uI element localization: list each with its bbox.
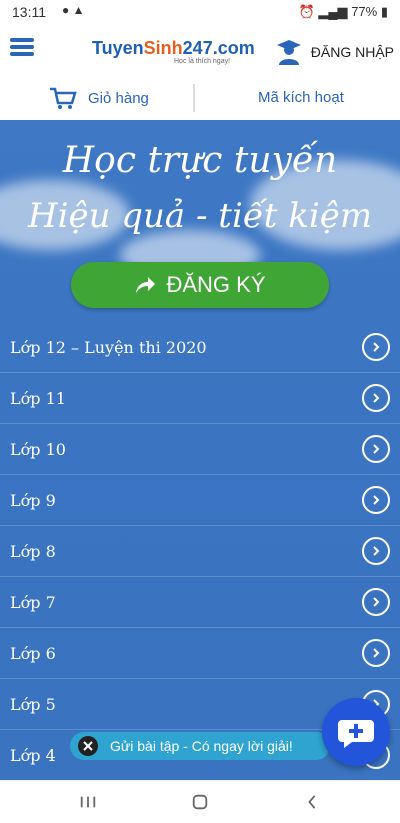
hero-headline: Học trực tuyến <box>62 140 338 181</box>
chevron-right-icon <box>362 537 390 565</box>
cart-icon <box>50 87 77 109</box>
hamburger-menu-icon[interactable] <box>10 38 34 56</box>
home-icon[interactable] <box>180 791 220 813</box>
grade-label: Lớp 8 <box>10 541 56 561</box>
logo-text-c: 247 <box>182 38 213 58</box>
grade-row[interactable]: Lớp 8 <box>0 526 400 577</box>
hero-banner: Học trực tuyến Hiệu quả - tiết kiệm ĐĂNG… <box>0 120 400 328</box>
grade-label: Lớp 12 – Luyện thi 2020 <box>10 337 207 357</box>
cart-label: Giỏ hàng <box>88 89 149 107</box>
app-header: TuyenSinh247.com Học là thích ngay! ĐĂNG… <box>0 24 400 77</box>
activation-code-link[interactable]: Mã kích hoạt <box>258 89 344 106</box>
share-arrow-icon <box>136 277 156 293</box>
chevron-right-icon <box>362 384 390 412</box>
main-content: Học trực tuyến Hiệu quả - tiết kiệm ĐĂNG… <box>0 120 400 781</box>
status-bar: 13:11 ● ▲ ⏰ ▂▄▆ 77% ▮ <box>0 0 400 24</box>
status-right: ⏰ ▂▄▆ 77% ▮ <box>299 4 388 20</box>
register-button[interactable]: ĐĂNG KÝ <box>71 262 329 308</box>
notification-icons: ● ▲ <box>62 3 85 17</box>
status-time: 13:11 <box>12 4 46 20</box>
logo-text-b: Sinh <box>143 38 183 58</box>
grade-label: Lớp 4 <box>10 745 56 765</box>
hero-subheadline: Hiệu quả - tiết kiệm <box>27 196 373 236</box>
login-button[interactable]: ĐĂNG NHẬP <box>275 38 394 66</box>
logo-text-a: Tuyen <box>92 38 144 58</box>
grade-row[interactable]: Lớp 12 – Luyện thi 2020 <box>0 322 400 373</box>
logo-text-d: .com <box>212 38 255 58</box>
back-icon[interactable] <box>292 791 332 813</box>
register-label: ĐĂNG KÝ <box>166 272 266 297</box>
grade-label: Lớp 7 <box>10 592 56 612</box>
chat-plus-icon <box>338 720 374 748</box>
sub-navigation: Giỏ hàng Mã kích hoạt <box>0 76 400 121</box>
chevron-right-icon <box>362 639 390 667</box>
grade-label: Lớp 10 <box>10 439 66 459</box>
chat-fab-button[interactable] <box>322 698 390 766</box>
chevron-right-icon <box>362 588 390 616</box>
recent-apps-icon[interactable] <box>68 791 108 813</box>
grade-label: Lớp 5 <box>10 694 56 714</box>
grade-row[interactable]: Lớp 6 <box>0 628 400 679</box>
wifi-signal-icons: ⏰ ▂▄▆ <box>298 4 348 19</box>
battery-level: 77% <box>351 4 378 19</box>
login-label: ĐĂNG NHẬP <box>310 44 394 60</box>
grade-label: Lớp 11 <box>10 388 66 408</box>
battery-icon: ▮ <box>380 4 388 19</box>
close-icon[interactable] <box>78 736 98 756</box>
logo-slogan: Học là thích ngay! <box>174 58 231 65</box>
toast-text: Gửi bài tập - Có ngay lời giải! <box>110 738 293 754</box>
system-nav-bar <box>0 780 400 823</box>
chevron-right-icon <box>362 435 390 463</box>
cart-link[interactable]: Giỏ hàng <box>48 85 149 111</box>
user-graduate-icon <box>276 40 301 65</box>
grade-label: Lớp 9 <box>10 490 56 510</box>
subnav-divider <box>193 84 195 112</box>
grade-row[interactable]: Lớp 7 <box>0 577 400 628</box>
grade-row[interactable]: Lớp 11 <box>0 373 400 424</box>
homework-toast[interactable]: Gửi bài tập - Có ngay lời giải! <box>70 732 330 760</box>
grade-label: Lớp 6 <box>10 643 56 663</box>
site-logo[interactable]: TuyenSinh247.com Học là thích ngay! <box>92 38 255 65</box>
grade-row[interactable]: Lớp 10 <box>0 424 400 475</box>
grade-row[interactable]: Lớp 9 <box>0 475 400 526</box>
chevron-right-icon <box>362 333 390 361</box>
chevron-right-icon <box>362 486 390 514</box>
